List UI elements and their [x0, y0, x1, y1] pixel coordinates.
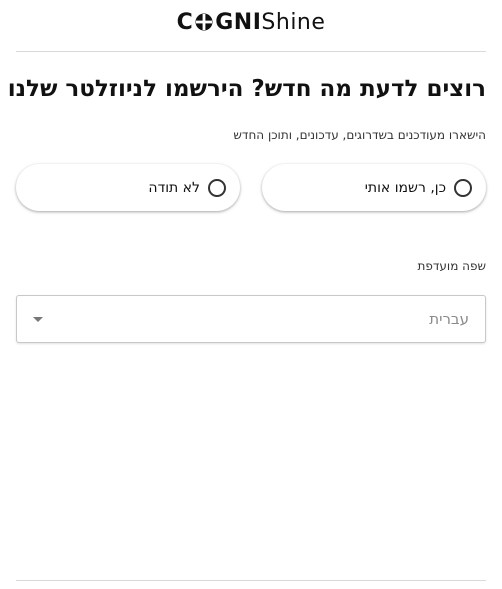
- cognishine-logo[interactable]: C GNI Shine: [177, 10, 326, 35]
- logo-mark-icon: [195, 13, 213, 31]
- divider-bottom: [16, 580, 486, 581]
- logo-text-shine: Shine: [261, 9, 326, 35]
- option-no-label: לא תודה: [148, 179, 200, 196]
- language-select[interactable]: עברית: [16, 295, 486, 343]
- language-select-value: עברית: [429, 310, 469, 328]
- newsletter-signup-page: C GNI Shine רוצים לדעת מה חדש? הירשמו לנ…: [0, 0, 502, 589]
- option-yes-label: כן, רשמו אותי: [364, 179, 446, 196]
- preferred-language-label: שפה מועדפת: [417, 259, 486, 273]
- logo-text-gni: GNI: [215, 9, 262, 35]
- option-yes-subscribe[interactable]: כן, רשמו אותי: [262, 164, 486, 211]
- radio-unchecked-icon[interactable]: [454, 178, 472, 197]
- option-no-thanks[interactable]: לא תודה: [16, 164, 240, 211]
- newsletter-title: רוצים לדעת מה חדש? הירשמו לניוזלטר שלנו: [7, 76, 486, 102]
- divider-top: [16, 51, 486, 52]
- newsletter-subtitle: הישארו מעודכנים בשדרוגים, עדכונים, ותוכן…: [233, 128, 486, 142]
- header: C GNI Shine: [0, 0, 502, 44]
- chevron-down-icon[interactable]: [33, 316, 43, 322]
- logo-text-c: C: [176, 9, 194, 35]
- radio-unchecked-icon[interactable]: [208, 178, 226, 197]
